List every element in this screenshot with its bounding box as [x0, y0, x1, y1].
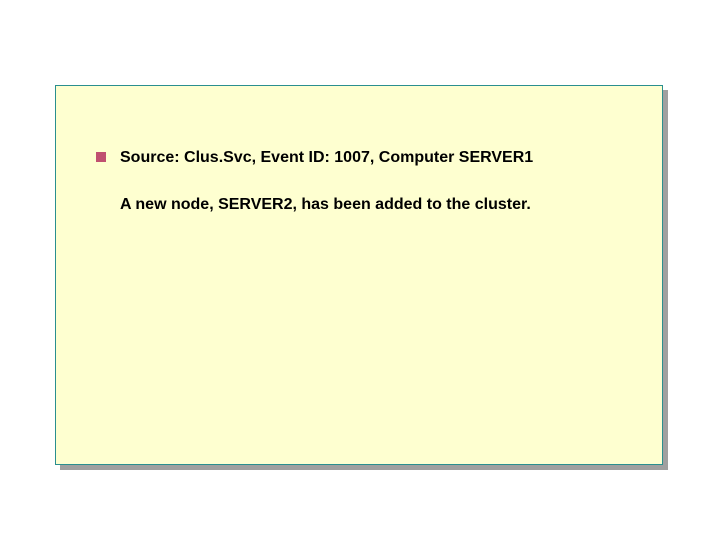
square-bullet-icon	[96, 152, 106, 162]
body-text: A new node, SERVER2, has been added to t…	[120, 195, 622, 216]
content-area: Source: Clus.Svc, Event ID: 1007, Comput…	[56, 86, 662, 256]
content-panel: Source: Clus.Svc, Event ID: 1007, Comput…	[55, 85, 663, 465]
bullet-item: Source: Clus.Svc, Event ID: 1007, Comput…	[96, 148, 622, 169]
bullet-heading-text: Source: Clus.Svc, Event ID: 1007, Comput…	[120, 148, 533, 169]
